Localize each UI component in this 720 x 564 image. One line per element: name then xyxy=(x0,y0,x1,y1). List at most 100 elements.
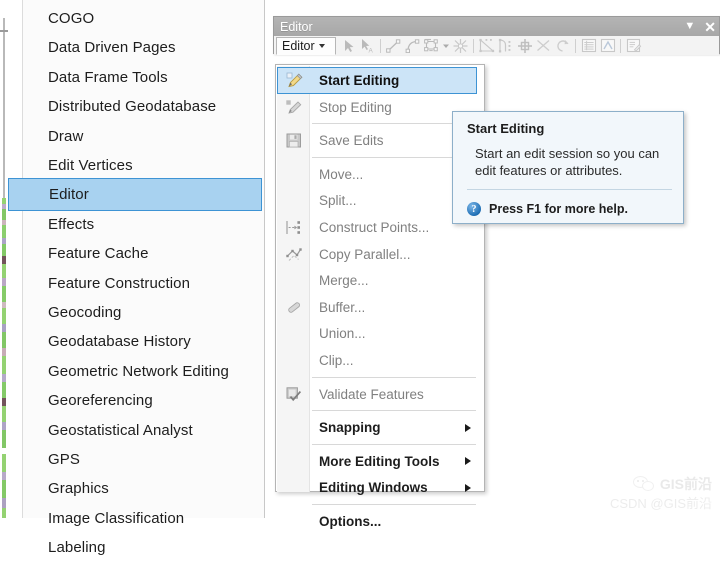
command-list-item-image-classification[interactable]: Image Classification xyxy=(22,502,265,535)
create-features-icon[interactable] xyxy=(624,37,643,54)
reshape-feature-icon[interactable] xyxy=(477,37,496,54)
dropdown-arrow-icon[interactable]: ▼ xyxy=(684,21,695,32)
edit-annotation-arrow-icon[interactable]: A xyxy=(358,37,377,54)
topology-edit-icon[interactable] xyxy=(496,37,515,54)
command-list-item-label: Effects xyxy=(48,215,95,233)
wechat-icon xyxy=(632,475,655,493)
command-list-item-edit-vertices[interactable]: Edit Vertices xyxy=(22,149,265,182)
menu-item-union: Union... xyxy=(277,320,485,347)
command-list-item-label: Labeling xyxy=(48,539,106,557)
attributes-table-icon[interactable] xyxy=(579,37,598,54)
menu-item-copy-parallel: Copy Parallel... xyxy=(277,241,485,268)
command-list-item-label: Editor xyxy=(49,186,89,204)
trace-icon[interactable] xyxy=(422,37,441,54)
menu-separator xyxy=(312,410,476,412)
menu-item-buffer: Buffer... xyxy=(277,294,485,321)
command-list-item-draw[interactable]: Draw xyxy=(22,120,265,153)
pencil-start-editing-icon xyxy=(278,67,311,94)
mirror-features-icon[interactable] xyxy=(515,37,534,54)
menu-item-merge: Merge... xyxy=(277,267,485,294)
command-list-item-feature-cache[interactable]: Feature Cache xyxy=(22,237,265,270)
menu-separator xyxy=(312,504,476,505)
editor-window-title: Editor xyxy=(280,19,313,34)
command-list-item-editor[interactable]: Editor xyxy=(8,178,262,212)
submenu-arrow-icon xyxy=(465,457,471,466)
sketch-properties-icon[interactable] xyxy=(598,37,617,54)
validate-features-icon xyxy=(277,381,310,408)
command-list-item-label: Data Driven Pages xyxy=(48,39,176,57)
command-list-item-graphics[interactable]: Graphics xyxy=(22,472,265,505)
command-list-item-label: Geocoding xyxy=(48,304,122,321)
menu-icon-empty xyxy=(277,320,310,347)
editor-toolbar-strip: Editor A xyxy=(274,36,719,55)
menu-icon-empty xyxy=(277,161,310,188)
cut-polygons-icon[interactable] xyxy=(534,37,553,54)
trace-dropdown-caret[interactable] xyxy=(441,37,451,54)
command-list-item-feature-construction[interactable]: Feature Construction xyxy=(22,267,265,300)
watermark-credit: CSDN @GIS前沿 xyxy=(609,496,712,511)
commands-list[interactable]: COGO Data Driven Pages Data Frame Tools Dis… xyxy=(8,0,265,556)
toolbar-separator xyxy=(575,38,576,53)
edit-tool-arrow-icon[interactable] xyxy=(339,37,358,54)
command-list-item-label: Draw xyxy=(48,127,84,145)
split-tool-icon[interactable] xyxy=(451,37,470,54)
menu-item-label: Split... xyxy=(319,193,357,209)
menu-icon-empty xyxy=(277,267,310,294)
close-icon[interactable]: ✕ xyxy=(704,20,716,34)
command-list-item-effects[interactable]: Effects xyxy=(22,208,265,241)
menu-icon-empty xyxy=(277,414,310,441)
panel-edge-tick xyxy=(0,30,8,32)
menu-item-more-editing-tools[interactable]: More Editing Tools xyxy=(277,448,485,475)
command-list-item-geostatistical-analyst[interactable]: Geostatistical Analyst xyxy=(22,414,265,447)
command-list-item-gps[interactable]: GPS xyxy=(22,443,265,476)
menu-item-label: Copy Parallel... xyxy=(319,246,411,262)
tooltip-help-hint: Press F1 for more help. xyxy=(489,202,628,216)
menu-item-clip: Clip... xyxy=(277,347,485,374)
menu-icon-empty xyxy=(277,474,310,501)
toolbar-separator xyxy=(620,38,621,53)
rotate-icon[interactable] xyxy=(553,37,572,54)
submenu-arrow-icon xyxy=(465,423,471,432)
command-list-item-cogo[interactable]: COGO xyxy=(22,2,265,35)
buffer-icon xyxy=(277,294,310,321)
watermark: GIS前沿 CSDN @GIS前沿 xyxy=(610,474,712,512)
menu-item-start-editing[interactable]: Start Editing xyxy=(277,67,477,94)
command-list-item-data-driven-pages[interactable]: Data Driven Pages xyxy=(22,31,265,64)
menu-item-snapping[interactable]: Snapping xyxy=(277,414,485,441)
editor-window-titlebar[interactable]: Editor ▼ ✕ xyxy=(274,17,719,36)
menu-item-label: Stop Editing xyxy=(319,99,392,115)
command-list-item-label: COGO xyxy=(48,10,95,27)
svg-text:A: A xyxy=(369,47,374,53)
editor-menu-dropdown-button[interactable]: Editor xyxy=(276,36,336,55)
command-list-item-label: Georeferencing xyxy=(48,392,153,410)
command-list-item-label: Geometric Network Editing xyxy=(48,362,229,380)
start-editing-tooltip: Start Editing Start an edit session so y… xyxy=(452,111,684,224)
menu-item-label: Merge... xyxy=(319,273,369,289)
toolbar-separator xyxy=(473,38,474,53)
menu-item-editing-windows[interactable]: Editing Windows xyxy=(277,474,485,501)
menu-separator xyxy=(312,443,476,445)
command-list-item-georeferencing[interactable]: Georeferencing xyxy=(22,384,265,417)
chevron-down-icon xyxy=(318,43,325,48)
command-list-item-geometric-network-editing[interactable]: Geometric Network Editing xyxy=(22,355,265,388)
command-list-item-distributed-geodatabase[interactable]: Distributed Geodatabase xyxy=(22,90,265,123)
menu-item-options[interactable]: Options... xyxy=(277,508,485,535)
straight-segment-icon[interactable] xyxy=(384,37,403,54)
menu-item-label: Snapping xyxy=(319,420,381,436)
menu-icon-empty xyxy=(277,187,310,214)
command-list-item-data-frame-tools[interactable]: Data Frame Tools xyxy=(22,61,265,94)
command-list-item-geodatabase-history[interactable]: Geodatabase History xyxy=(22,325,265,358)
menu-item-label: Clip... xyxy=(319,353,354,368)
save-edits-icon xyxy=(277,127,310,154)
copy-parallel-icon xyxy=(277,241,310,268)
command-list-item-label: Geostatistical Analyst xyxy=(48,421,193,439)
watermark-brand: GIS前沿 xyxy=(659,476,712,492)
tooltip-body: Start an edit session so you can edit fe… xyxy=(475,146,660,178)
command-list-item-label: Graphics xyxy=(48,480,109,498)
command-list-item-geocoding[interactable]: Geocoding xyxy=(22,296,265,329)
command-list-item-labeling[interactable]: Labeling xyxy=(22,531,265,564)
watermark-line-1: GIS前沿 xyxy=(632,474,712,494)
curved-segment-icon[interactable] xyxy=(403,37,422,54)
editor-toolbar-window: Editor ▼ ✕ Editor A xyxy=(273,16,720,55)
menu-icon-empty xyxy=(277,347,310,374)
